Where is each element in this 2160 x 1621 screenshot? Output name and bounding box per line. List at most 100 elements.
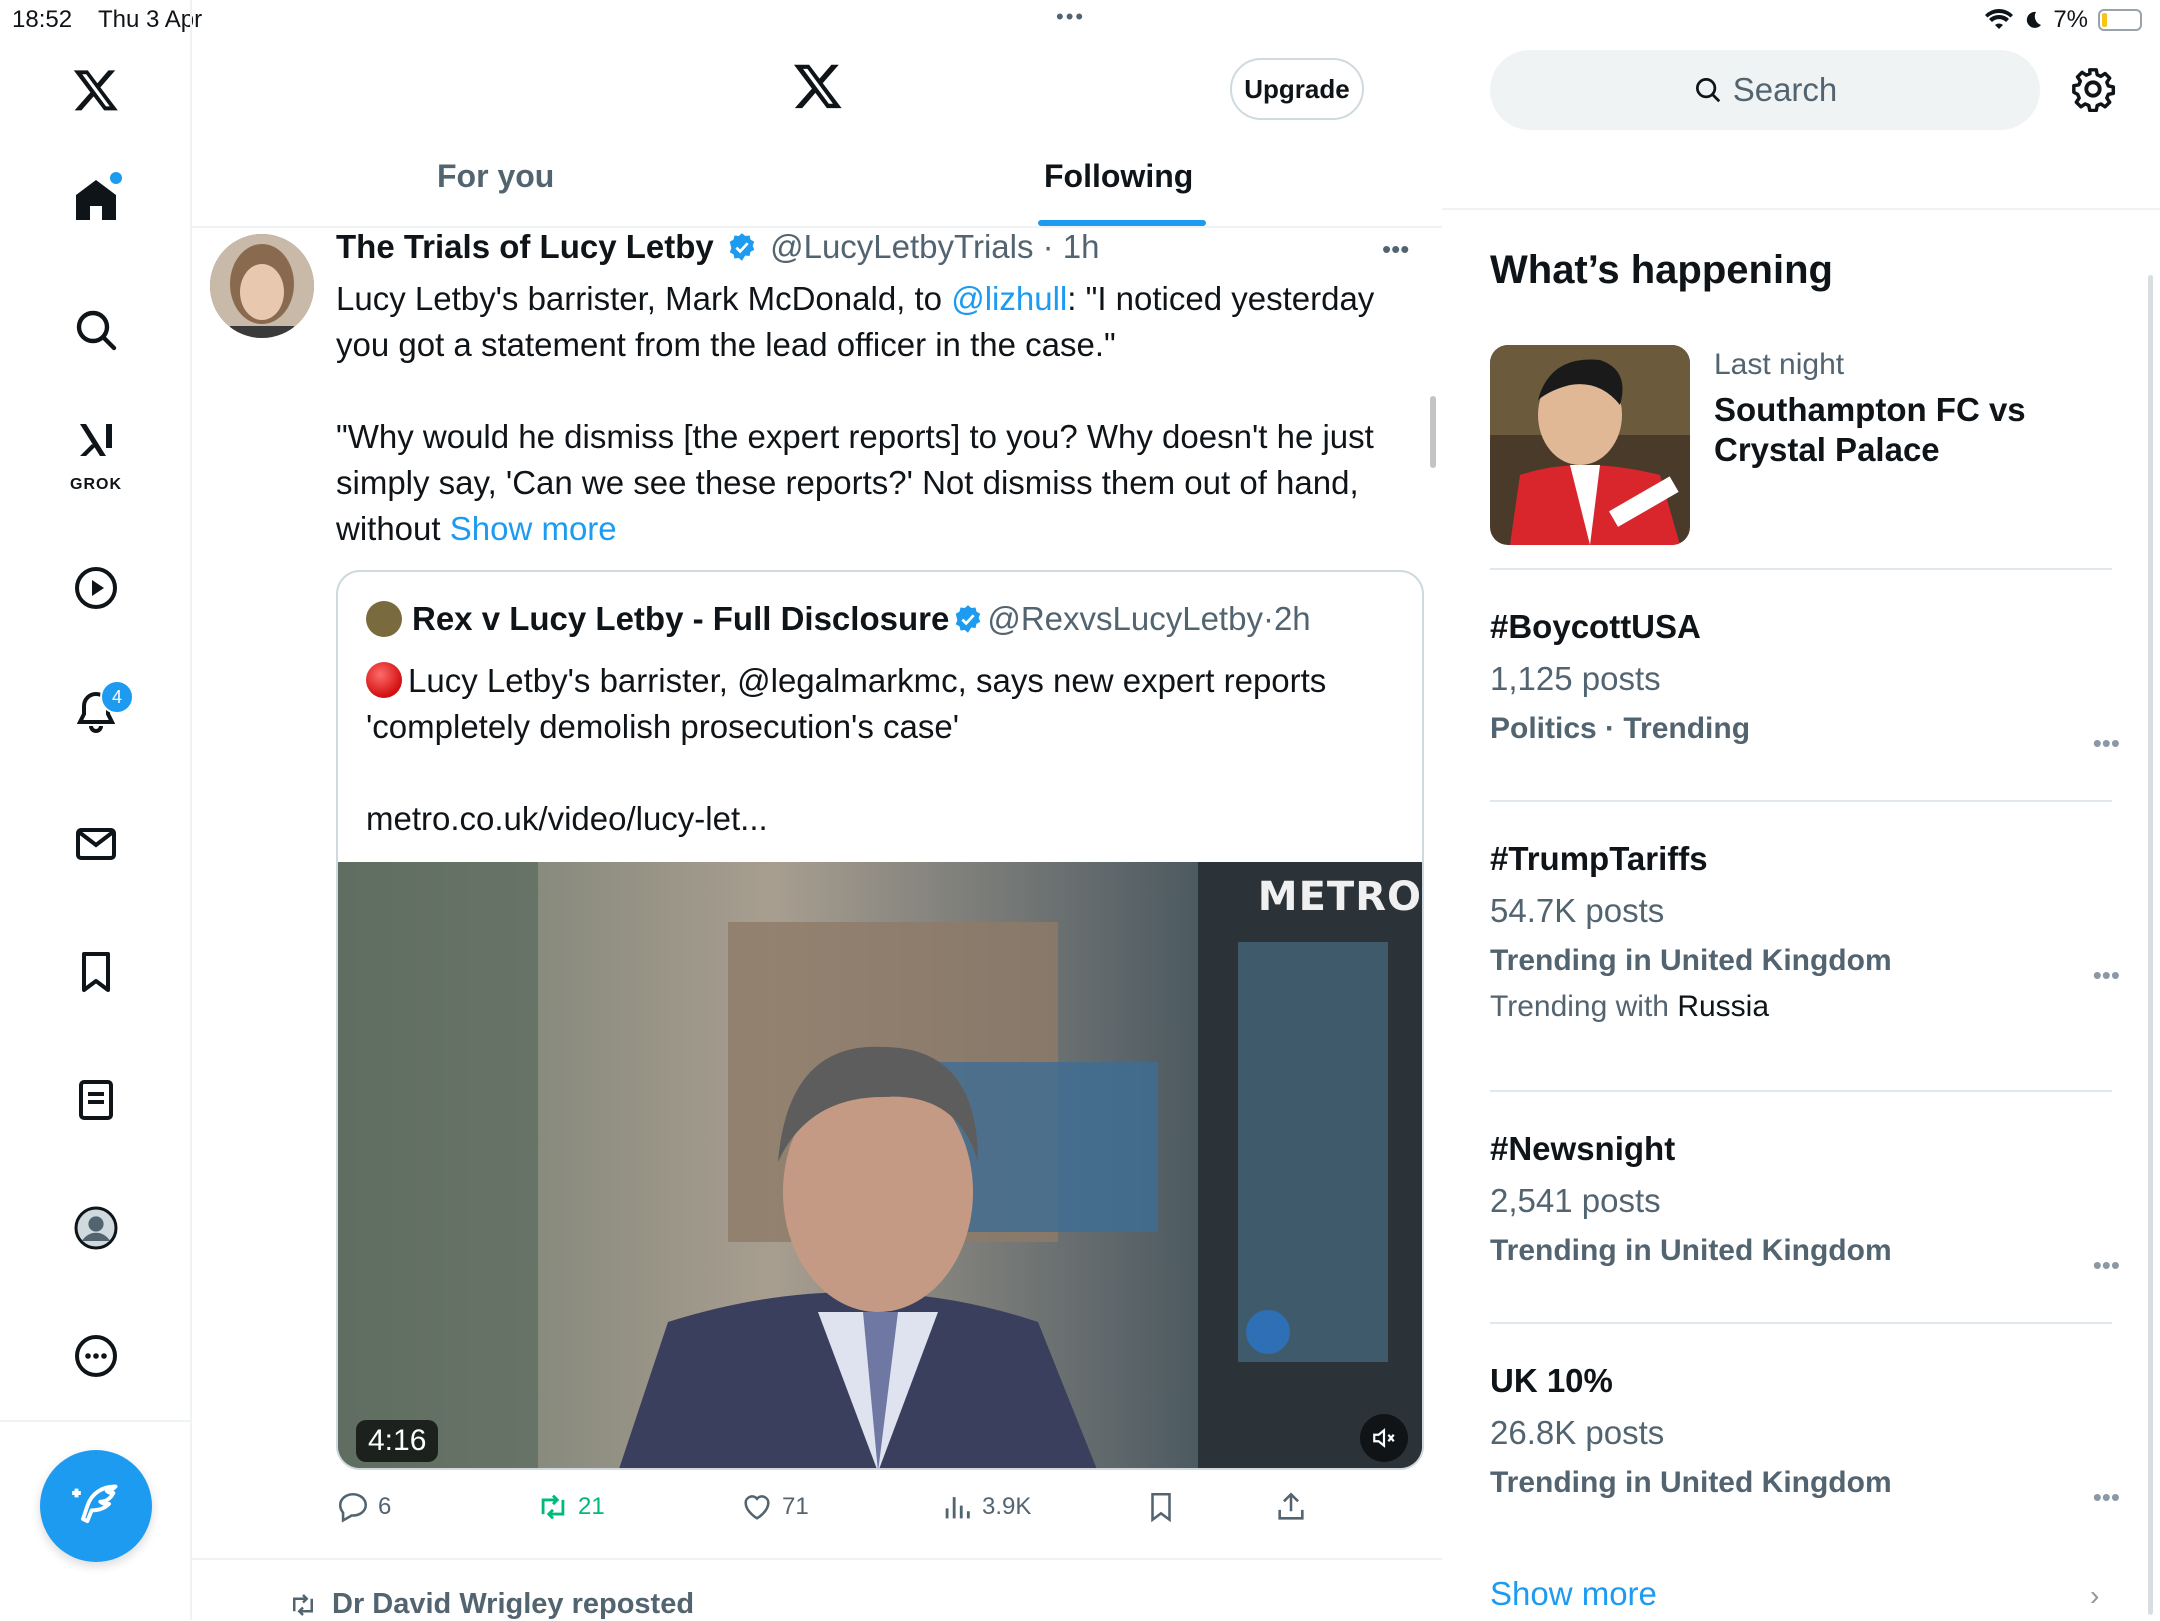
author-handle[interactable]: @LucyLetbyTrials <box>770 228 1033 265</box>
views-button[interactable]: 3.9K <box>940 1490 1031 1524</box>
grok-icon[interactable] <box>56 410 136 470</box>
quote-separator-dot: · <box>1262 600 1274 637</box>
quote-time[interactable]: 2h <box>1274 600 1311 638</box>
search-input[interactable]: Search <box>1490 50 2040 130</box>
multitasking-dots-icon[interactable]: ••• <box>1056 4 1085 30</box>
more-options-icon[interactable] <box>56 1316 136 1396</box>
author-name[interactable]: The Trials of Lucy Letby <box>336 228 714 265</box>
grok-label: GROK <box>70 476 122 493</box>
featured-event-subtitle: Last night <box>1714 348 1845 381</box>
share-button[interactable] <box>1274 1490 1308 1524</box>
nav-divider <box>0 1420 192 1422</box>
featured-event-image[interactable] <box>1490 345 1690 545</box>
battery-icon <box>2098 9 2142 31</box>
trending-with-line: Trending with Russia <box>1490 990 2110 1024</box>
notifications-badge: 4 <box>100 680 134 714</box>
video-player[interactable]: METRO 4:16 <box>338 862 1422 1468</box>
separator-dot: · <box>1033 228 1063 265</box>
trend-item[interactable]: #BoycottUSA 1,125 posts Politics · Trend… <box>1490 608 2120 758</box>
whats-happening-title: What’s happening <box>1490 248 1833 292</box>
quote-verified-badge-icon <box>956 605 981 633</box>
wifi-icon <box>1985 9 2014 29</box>
quote-text: Lucy Letby's barrister, @legalmarkmc, sa… <box>366 658 1396 888</box>
messages-envelope-icon[interactable] <box>56 804 136 884</box>
header-x-logo-icon[interactable] <box>792 60 844 117</box>
post-text: Lucy Letby's barrister, Mark McDonald, t… <box>336 276 1416 598</box>
repost-button[interactable]: 21 <box>536 1490 605 1524</box>
show-more-link[interactable]: Show more <box>450 510 617 547</box>
bookmarks-icon[interactable] <box>56 932 136 1012</box>
mention-link[interactable]: @lizhull <box>951 280 1067 317</box>
trend-separator <box>1490 800 2112 802</box>
home-icon[interactable] <box>56 160 136 240</box>
compose-post-button[interactable] <box>40 1450 152 1562</box>
post-time[interactable]: 1h <box>1063 228 1100 265</box>
tab-for-you[interactable]: For you <box>437 158 554 195</box>
video-brand-label: METRO <box>1257 874 1422 920</box>
mute-icon[interactable] <box>1360 1414 1408 1462</box>
verified-badge-icon <box>729 233 755 261</box>
status-bar: 18:52 Thu 3 Apr ••• 7% <box>0 0 2160 40</box>
search-placeholder: Search <box>1732 71 1838 108</box>
red-circle-emoji-icon <box>366 662 402 698</box>
trend-separator <box>1490 568 2112 570</box>
post-text-part1: Lucy Letby's barrister, Mark McDonald, t… <box>336 280 952 317</box>
reply-icon <box>338 1492 368 1523</box>
trend-posts: 26.8K posts <box>1490 1414 1665 1451</box>
like-count: 71 <box>782 1493 809 1520</box>
settings-gear-icon[interactable] <box>2070 66 2116 117</box>
quote-handle[interactable]: @RexvsLucyLetby <box>987 600 1263 638</box>
reply-button[interactable]: 6 <box>336 1490 391 1524</box>
reply-count: 6 <box>378 1493 392 1520</box>
trend-posts: 2,541 posts <box>1490 1182 1661 1219</box>
explore-search-icon[interactable] <box>56 290 136 370</box>
repost-line-text: Dr David Wrigley reposted <box>332 1588 695 1620</box>
sidebar-scrollbar[interactable] <box>2148 275 2153 1615</box>
timeline-header: Upgrade For you Following <box>192 40 1442 228</box>
lists-icon[interactable] <box>56 1060 136 1140</box>
x-logo-icon[interactable] <box>56 50 136 130</box>
trend-more-icon[interactable]: ••• <box>2093 728 2120 759</box>
trend-name: #Newsnight <box>1490 1130 1676 1167</box>
quote-author-name[interactable]: Rex v Lucy Letby - Full Disclosure <box>412 600 949 638</box>
quoted-post[interactable]: Rex v Lucy Letby - Full Disclosure @Rexv… <box>336 570 1424 1470</box>
upgrade-button[interactable]: Upgrade <box>1230 58 1364 120</box>
like-button[interactable]: 71 <box>740 1490 809 1524</box>
battery-percent: 7% <box>2053 6 2088 33</box>
views-chart-icon <box>945 1497 970 1519</box>
video-play-icon[interactable] <box>56 548 136 628</box>
notifications-bell-icon[interactable]: 4 <box>56 672 136 752</box>
trend-category: Trending in United Kingdom <box>1490 1234 1892 1267</box>
trend-category: Trending in United Kingdom <box>1490 1466 1892 1499</box>
author-avatar[interactable] <box>210 234 314 338</box>
trend-separator <box>1490 1090 2112 1092</box>
profile-avatar-icon[interactable] <box>56 1188 136 1268</box>
repost-small-icon <box>293 1593 313 1616</box>
trend-more-icon[interactable]: ••• <box>2093 1482 2120 1513</box>
timeline-scrollbar[interactable] <box>1430 396 1436 468</box>
search-icon <box>1695 78 1720 103</box>
video-duration: 4:16 <box>356 1420 439 1462</box>
quote-text-body: Lucy Letby's barrister, @legalmarkmc, sa… <box>366 662 1327 745</box>
quote-link[interactable]: metro.co.uk/video/lucy-let... <box>366 800 768 837</box>
tab-following[interactable]: Following <box>1044 158 1193 195</box>
sidebar-divider <box>1442 208 2160 210</box>
trend-item[interactable]: #TrumpTariffs 54.7K posts Trending in Un… <box>1490 840 2120 1024</box>
active-tab-indicator <box>1038 220 1206 226</box>
bookmark-button[interactable] <box>1144 1490 1178 1524</box>
trend-name: UK 10% <box>1490 1362 1613 1399</box>
trend-more-icon[interactable]: ••• <box>2093 960 2120 991</box>
quote-author-avatar[interactable] <box>366 601 402 637</box>
repost-count: 21 <box>578 1493 605 1520</box>
trend-more-icon[interactable]: ••• <box>2093 1250 2120 1281</box>
trend-item[interactable]: UK 10% 26.8K posts Trending in United Ki… <box>1490 1362 2120 1512</box>
views-count: 3.9K <box>982 1493 1032 1520</box>
post-divider <box>192 1558 1442 1560</box>
post-more-icon[interactable]: ••• <box>1382 234 1409 265</box>
next-post-repost-line[interactable]: Dr David Wrigley reposted <box>286 1588 694 1621</box>
trending-with-value[interactable]: Russia <box>1677 990 1769 1023</box>
sidebar-show-more-link[interactable]: Show more <box>1490 1575 1657 1613</box>
trend-item[interactable]: #Newsnight 2,541 posts Trending in Unite… <box>1490 1130 2120 1280</box>
quote-author-line: Rex v Lucy Letby - Full Disclosure @Rexv… <box>366 600 1311 638</box>
featured-event-title[interactable]: Southampton FC vs Crystal Palace <box>1714 390 2094 470</box>
